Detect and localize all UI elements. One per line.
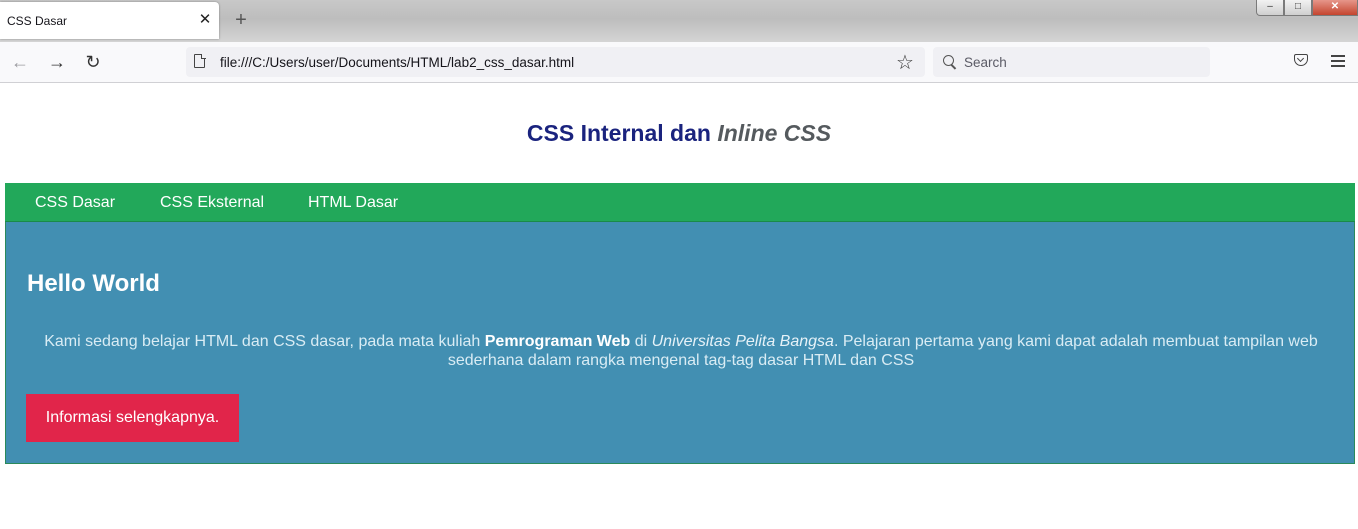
- nav-link-css-dasar[interactable]: CSS Dasar: [35, 194, 115, 212]
- para-text-2: di: [630, 333, 652, 350]
- tab-close-icon[interactable]: ✕: [196, 10, 214, 30]
- browser-toolbar: ← → ↻ file:///C:/Users/user/Documents/HT…: [0, 42, 1358, 83]
- url-text[interactable]: file:///C:/Users/user/Documents/HTML/lab…: [220, 55, 574, 70]
- hero-section: Hello World Kami sedang belajar HTML dan…: [5, 222, 1355, 464]
- tab-title: CSS Dasar: [7, 14, 68, 28]
- hero-paragraph: Kami sedang belajar HTML dan CSS dasar, …: [26, 333, 1336, 370]
- new-tab-button[interactable]: +: [230, 8, 252, 32]
- search-input[interactable]: Search: [933, 47, 1210, 77]
- search-icon: [943, 55, 954, 66]
- pocket-icon[interactable]: [1294, 54, 1308, 66]
- nav-link-css-eksternal[interactable]: CSS Eksternal: [160, 194, 264, 212]
- main-nav: CSS Dasar CSS Eksternal HTML Dasar: [5, 183, 1355, 222]
- hero-title: Hello World: [27, 270, 160, 297]
- para-bold: Pemrograman Web: [484, 333, 631, 350]
- back-button[interactable]: ←: [8, 50, 32, 74]
- maximize-button[interactable]: □: [1284, 0, 1312, 16]
- search-placeholder: Search: [964, 55, 1007, 70]
- window-controls: – □ ✕: [1256, 0, 1358, 16]
- page-title-em: Inline CSS: [717, 120, 832, 146]
- star-icon[interactable]: ☆: [896, 50, 914, 75]
- tab-css-dasar[interactable]: CSS Dasar ✕: [0, 2, 219, 39]
- reload-button[interactable]: ↻: [81, 50, 105, 74]
- page-title: CSS Internal dan Inline CSS: [0, 120, 1358, 147]
- more-info-button[interactable]: Informasi selengkapnya.: [26, 394, 239, 442]
- page-title-main: CSS Internal dan: [526, 120, 718, 146]
- minimize-button[interactable]: –: [1256, 0, 1284, 16]
- browser-title-bar: CSS Dasar ✕ + – □ ✕: [0, 0, 1358, 42]
- close-window-button[interactable]: ✕: [1312, 0, 1358, 16]
- menu-icon[interactable]: [1331, 55, 1345, 67]
- page-icon: [194, 53, 206, 68]
- url-bar[interactable]: file:///C:/Users/user/Documents/HTML/lab…: [186, 47, 925, 77]
- para-text-1: Kami sedang belajar HTML dan CSS dasar, …: [44, 333, 485, 350]
- para-italic: Universitas Pelita Bangsa: [651, 333, 834, 350]
- forward-button[interactable]: →: [45, 50, 69, 74]
- nav-link-html-dasar[interactable]: HTML Dasar: [308, 194, 398, 212]
